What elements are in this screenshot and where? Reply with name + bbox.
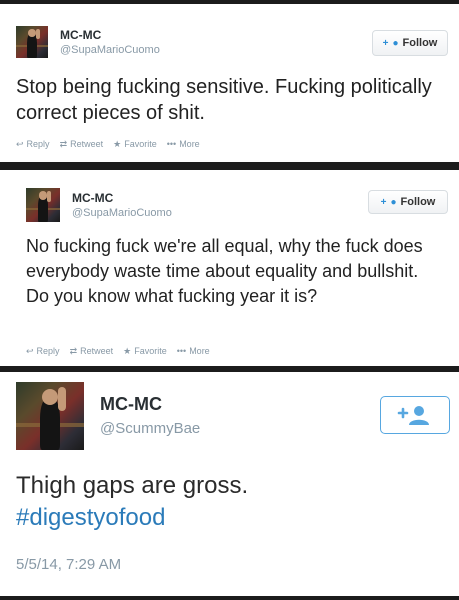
tweet-text: No fucking fuck we're all equal, why the… [26, 236, 423, 306]
avatar[interactable] [26, 188, 60, 222]
display-name[interactable]: MC-MC [60, 28, 101, 42]
display-name[interactable]: MC-MC [100, 394, 162, 415]
reply-action[interactable]: ↩ Reply [26, 346, 60, 357]
user-handle[interactable]: @SupaMarioCuomo [72, 207, 172, 219]
more-action[interactable]: ••• More [167, 139, 200, 150]
follow-label: Follow [402, 37, 438, 49]
follow-button[interactable] [380, 396, 450, 434]
follow-label: Follow [400, 196, 436, 208]
tweet-card-2: MC-MC @SupaMarioCuomo + ● Follow No fucki… [0, 170, 459, 366]
user-handle[interactable]: @SupaMarioCuomo [60, 44, 160, 56]
tweet-actions: ↩ Reply ⇄ Retweet ★ Favorite ••• More [26, 346, 210, 357]
favorite-action[interactable]: ★ Favorite [123, 346, 167, 357]
retweet-action[interactable]: ⇄ Retweet [60, 139, 104, 150]
tweet-text-body: Thigh gaps are gross. [16, 472, 249, 499]
reply-action[interactable]: ↩ Reply [16, 139, 50, 150]
add-user-icon [397, 406, 429, 425]
more-dots-icon: ••• [176, 346, 187, 356]
more-action[interactable]: ••• More [177, 346, 210, 357]
tweet-card-3: MC-MC @ScummyBae Thigh gaps are gross. #… [0, 372, 459, 596]
hashtag-link[interactable]: #digestyofood [16, 504, 165, 531]
follow-person-icon: + [380, 196, 387, 208]
follow-button[interactable]: + ● Follow [372, 30, 448, 56]
follow-person-icon: + [382, 37, 389, 49]
avatar[interactable] [16, 26, 48, 58]
follow-button[interactable]: + ● Follow [368, 190, 448, 214]
person-icon: ● [392, 37, 399, 49]
tweet-text: Stop being fucking sensitive. Fucking po… [16, 76, 432, 124]
display-name[interactable]: MC-MC [72, 191, 113, 205]
tweet-text: Thigh gaps are gross. #digestyofood [16, 470, 436, 534]
reply-icon: ↩ [26, 346, 34, 356]
reply-icon: ↩ [16, 139, 24, 149]
retweet-icon: ⇄ [69, 346, 78, 356]
tweet-card-1: MC-MC @SupaMarioCuomo + ● Follow Stop bei… [0, 4, 459, 162]
tweet-timestamp[interactable]: 5/5/14, 7:29 AM [16, 556, 121, 573]
retweet-icon: ⇄ [59, 139, 68, 149]
star-icon: ★ [113, 139, 122, 149]
user-handle[interactable]: @ScummyBae [100, 420, 200, 437]
person-icon: ● [390, 196, 397, 208]
more-dots-icon: ••• [166, 139, 177, 149]
avatar[interactable] [16, 382, 84, 450]
tweet-actions: ↩ Reply ⇄ Retweet ★ Favorite ••• More [16, 139, 200, 150]
retweet-action[interactable]: ⇄ Retweet [70, 346, 114, 357]
favorite-action[interactable]: ★ Favorite [113, 139, 157, 150]
star-icon: ★ [123, 346, 132, 356]
